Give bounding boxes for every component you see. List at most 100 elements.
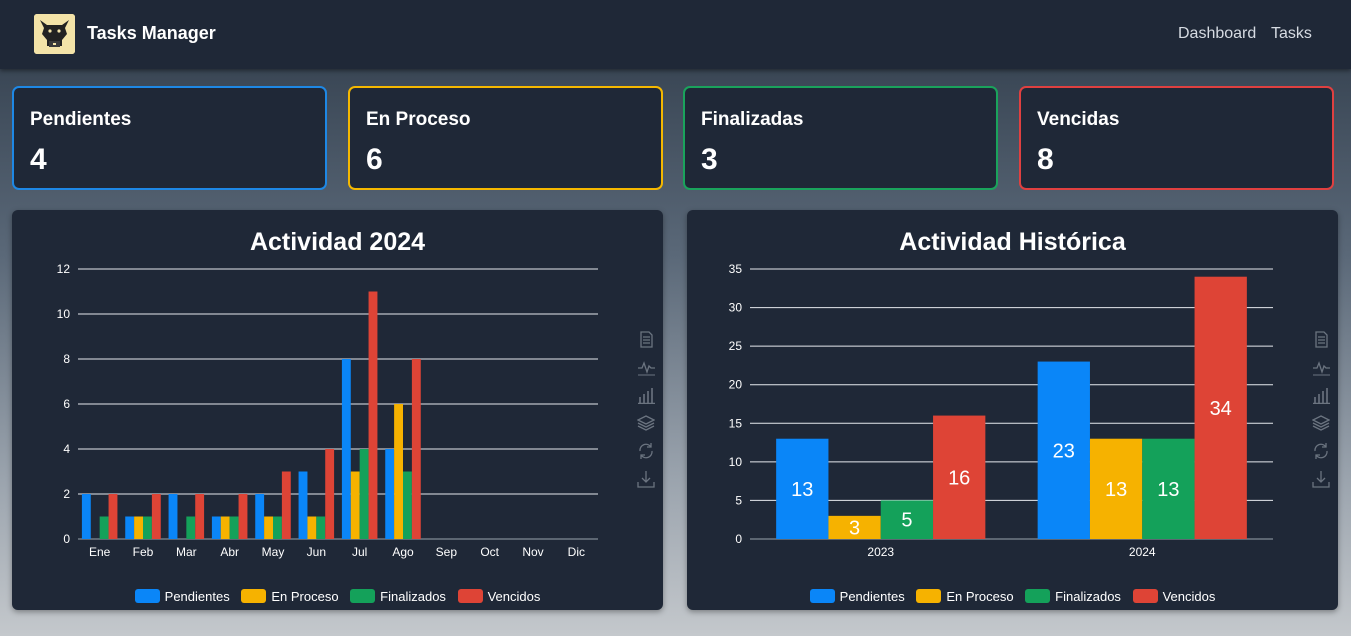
bar-pendientes bbox=[211, 516, 221, 539]
legend-item-finalizados[interactable]: Finalizados bbox=[350, 589, 446, 604]
legend-label: Pendientes bbox=[839, 589, 905, 604]
legend-item-pendientes[interactable]: Pendientes bbox=[134, 589, 230, 604]
x-tick-label: Jun bbox=[307, 545, 326, 559]
restore-icon[interactable] bbox=[637, 442, 655, 460]
bar-value-label: 16 bbox=[948, 467, 970, 489]
bar-finalizados bbox=[359, 449, 369, 539]
bar-vencidos bbox=[368, 291, 378, 539]
chart-legend: Pendientes En Proceso Finalizados Vencid… bbox=[12, 589, 663, 604]
legend-label: Finalizados bbox=[380, 589, 446, 604]
bar-value-label: 3 bbox=[849, 517, 860, 539]
bar-vencidos bbox=[108, 494, 118, 539]
chart-card-actividad-historica: Actividad Histórica 0 5 10 15 20 25 30 35 2023 13… bbox=[687, 210, 1338, 610]
bar-value-label: 13 bbox=[791, 479, 813, 501]
stat-label: En Proceso bbox=[366, 109, 471, 130]
legend-swatch bbox=[134, 589, 160, 603]
line-chart-icon[interactable] bbox=[1312, 358, 1330, 376]
bar-vencidos bbox=[411, 359, 421, 539]
legend-item-finalizados[interactable]: Finalizados bbox=[1025, 589, 1121, 604]
bar-value-label: 13 bbox=[1105, 479, 1127, 501]
nav-link-dashboard[interactable]: Dashboard bbox=[1178, 25, 1256, 43]
x-tick-label: Jul bbox=[352, 545, 367, 559]
bar-chart-icon[interactable] bbox=[1312, 386, 1330, 405]
stack-icon[interactable] bbox=[636, 414, 656, 432]
stat-label: Finalizadas bbox=[701, 109, 804, 130]
x-tick-label: 2024 bbox=[1129, 545, 1156, 559]
x-tick-label: Ago bbox=[392, 545, 414, 559]
legend-swatch bbox=[916, 589, 942, 603]
stat-label: Pendientes bbox=[30, 109, 132, 130]
bar-en-proceso bbox=[394, 404, 403, 539]
legend-swatch bbox=[350, 589, 376, 603]
x-tick-label: Ene bbox=[89, 545, 111, 559]
historic-activity-chart: 051015202530352023133 51620242313 1334 bbox=[729, 262, 1273, 559]
legend-item-vencidos[interactable]: Vencidos bbox=[457, 589, 541, 604]
chart-card-actividad-2024: Actividad 2024 0 2 4 6 8 10 12 Ene Feb Mar Abr May J… bbox=[12, 210, 663, 610]
bar-value-label: 34 bbox=[1210, 398, 1232, 420]
legend-label: Vencidos bbox=[487, 589, 541, 604]
legend-swatch bbox=[1025, 589, 1051, 603]
y-tick-label: 15 bbox=[729, 416, 743, 430]
y-tick-label: 10 bbox=[729, 455, 743, 469]
y-tick-label: 5 bbox=[735, 493, 742, 507]
bar-pendientes bbox=[385, 449, 395, 539]
bar-vencidos bbox=[151, 494, 161, 539]
bar-value-label: 23 bbox=[1053, 440, 1075, 462]
y-tick-label: 12 bbox=[57, 262, 71, 276]
nav-link-tasks[interactable]: Tasks bbox=[1271, 25, 1312, 43]
bar-pendientes bbox=[125, 516, 135, 539]
stat-card-finalizadas: Finalizadas 3 bbox=[683, 86, 998, 190]
stat-value: 3 bbox=[701, 143, 718, 176]
bar-vencidos bbox=[325, 449, 335, 539]
download-icon[interactable] bbox=[637, 470, 655, 488]
brand-logo-icon[interactable] bbox=[34, 14, 75, 54]
bar-vencidos bbox=[195, 494, 205, 539]
bar-en-proceso bbox=[220, 516, 230, 539]
legend-label: Finalizados bbox=[1055, 589, 1121, 604]
legend-item-en-proceso[interactable]: En Proceso bbox=[916, 589, 1014, 604]
chart-legend: Pendientes En Proceso Finalizados Vencid… bbox=[687, 589, 1338, 604]
bar-finalizados bbox=[99, 516, 109, 539]
bar-pendientes bbox=[255, 494, 265, 539]
stat-value: 4 bbox=[30, 143, 47, 176]
bar-finalizados bbox=[229, 516, 239, 539]
y-tick-label: 20 bbox=[729, 378, 743, 392]
stack-icon[interactable] bbox=[1311, 414, 1331, 432]
stat-value: 6 bbox=[366, 143, 383, 176]
legend-label: En Proceso bbox=[946, 589, 1014, 604]
stat-card-vencidas: Vencidas 8 bbox=[1019, 86, 1334, 190]
y-tick-label: 35 bbox=[729, 262, 743, 276]
bar-pendientes bbox=[81, 494, 91, 539]
data-view-icon[interactable] bbox=[1312, 330, 1330, 348]
top-navbar: Tasks Manager Dashboard Tasks bbox=[0, 0, 1351, 69]
bar-pendientes bbox=[168, 494, 178, 539]
x-tick-label: Sep bbox=[436, 545, 458, 559]
legend-item-en-proceso[interactable]: En Proceso bbox=[241, 589, 339, 604]
bar-en-proceso bbox=[134, 516, 143, 539]
x-tick-label: 2023 bbox=[867, 545, 894, 559]
bar-vencidos bbox=[281, 471, 291, 539]
bar-en-proceso bbox=[350, 471, 360, 539]
bar-vencidos bbox=[238, 494, 248, 539]
x-tick-label: Dic bbox=[568, 545, 585, 559]
download-icon[interactable] bbox=[1312, 470, 1330, 488]
app-title[interactable]: Tasks Manager bbox=[87, 23, 216, 44]
stat-label: Vencidas bbox=[1037, 109, 1120, 130]
legend-item-pendientes[interactable]: Pendientes bbox=[809, 589, 905, 604]
line-chart-icon[interactable] bbox=[637, 358, 655, 376]
bar-value-label: 5 bbox=[901, 510, 912, 532]
restore-icon[interactable] bbox=[1312, 442, 1330, 460]
legend-item-vencidos[interactable]: Vencidos bbox=[1132, 589, 1215, 604]
bar-value-label: 13 bbox=[1157, 479, 1179, 501]
legend-swatch bbox=[241, 589, 267, 603]
legend-label: Pendientes bbox=[164, 589, 230, 604]
y-tick-label: 0 bbox=[63, 532, 70, 546]
data-view-icon[interactable] bbox=[637, 330, 655, 348]
legend-swatch bbox=[809, 589, 835, 603]
bar-finalizados bbox=[316, 516, 326, 539]
x-tick-label: May bbox=[262, 545, 285, 559]
bar-chart-icon[interactable] bbox=[637, 386, 655, 405]
y-tick-label: 8 bbox=[63, 352, 70, 366]
legend-label: En Proceso bbox=[271, 589, 339, 604]
y-tick-label: 0 bbox=[735, 532, 742, 546]
